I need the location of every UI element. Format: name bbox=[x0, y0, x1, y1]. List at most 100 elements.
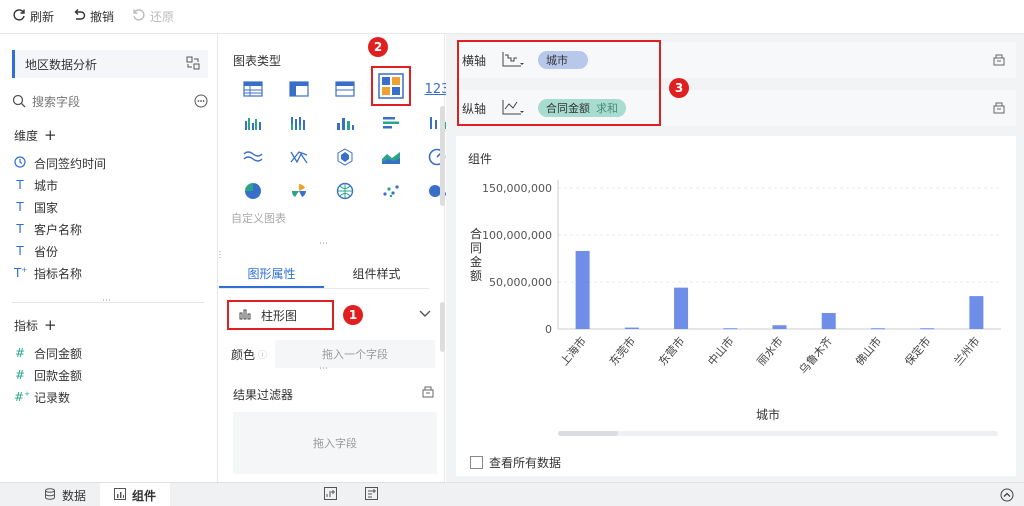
measure-section-title: 指标 + bbox=[14, 316, 57, 334]
cross-table-icon[interactable] bbox=[279, 72, 319, 106]
chevron-down-icon[interactable] bbox=[419, 307, 431, 321]
radar-chart-icon[interactable] bbox=[325, 140, 365, 174]
component-title: 组件 bbox=[468, 152, 493, 166]
switch-dataset-icon[interactable] bbox=[186, 56, 200, 73]
undo-button[interactable]: 撤销 bbox=[72, 8, 114, 25]
measure-item[interactable]: # 合同金额 bbox=[14, 342, 82, 364]
measure-item[interactable]: # 回款金额 bbox=[14, 364, 82, 386]
detail-table-icon[interactable] bbox=[325, 72, 365, 106]
y-tick-label: 50,000,000 bbox=[489, 276, 552, 289]
dataset-name: 地区数据分析 bbox=[25, 57, 98, 72]
view-all-data-toggle[interactable]: 查看所有数据 bbox=[470, 454, 561, 471]
bar-chart: 150,000,000 100,000,000 50,000,000 0 合同金额上海市… bbox=[470, 180, 1001, 377]
collapse-up-icon[interactable] bbox=[1000, 488, 1014, 505]
info-icon: ⓘ bbox=[258, 350, 268, 361]
redo-label: 还原 bbox=[150, 10, 175, 24]
y-tick-label: 100,000,000 bbox=[482, 229, 552, 242]
y-axis-title-char: 同 bbox=[470, 241, 482, 255]
dimension-item[interactable]: T+ 指标名称 bbox=[14, 262, 106, 284]
filter-drop-zone[interactable]: 拖入字段 bbox=[233, 412, 437, 474]
x-axis-settings-icon[interactable] bbox=[992, 52, 1006, 69]
rose-chart-icon[interactable] bbox=[279, 174, 319, 208]
bar-chart-icon[interactable] bbox=[325, 106, 365, 140]
dimension-section-title: 维度 + bbox=[14, 126, 57, 144]
measure-item[interactable]: #+ 记录数 bbox=[14, 386, 82, 408]
dimension-item[interactable]: T 客户名称 bbox=[14, 218, 106, 240]
table-chart-icon[interactable] bbox=[233, 72, 273, 106]
scatter-line-icon[interactable] bbox=[279, 140, 319, 174]
chart-card: 组件 150,000,000 100,000,000 50,000,000 0 合同金额… bbox=[456, 136, 1016, 476]
clock-icon bbox=[14, 155, 26, 171]
axis-annotation-box bbox=[457, 40, 661, 126]
chart-type-selected: 柱形图 bbox=[261, 308, 298, 323]
stacked-bar-icon[interactable] bbox=[279, 106, 319, 140]
resize-handle-icon[interactable]: ⋯ bbox=[102, 296, 112, 306]
refresh-button[interactable]: 刷新 bbox=[12, 8, 54, 25]
dimension-item[interactable]: 合同签约时间 bbox=[14, 152, 106, 174]
hash-icon: # bbox=[14, 346, 26, 360]
area-chart-icon[interactable] bbox=[371, 140, 411, 174]
dimension-item[interactable]: T 国家 bbox=[14, 196, 106, 218]
undo-label: 撤销 bbox=[90, 10, 115, 24]
add-dimension-icon[interactable]: + bbox=[44, 126, 57, 144]
filter-resize-handle-icon[interactable]: ⋯ bbox=[319, 364, 328, 374]
dimension-item[interactable]: T 省份 bbox=[14, 240, 106, 262]
tab-data[interactable]: 数据 bbox=[30, 483, 100, 506]
auto-chart-icon[interactable] bbox=[371, 66, 411, 106]
chart-horizontal-scrollbar[interactable] bbox=[558, 431, 998, 436]
chart-type-dropdown[interactable]: 柱形图 bbox=[227, 300, 334, 330]
custom-chart-label[interactable]: 自定义图表 bbox=[231, 210, 286, 226]
search-icon bbox=[12, 94, 26, 111]
horizontal-bar-icon[interactable] bbox=[371, 106, 411, 140]
properties-scrollbar[interactable] bbox=[440, 302, 445, 352]
annotation-marker-1: 1 bbox=[343, 305, 363, 325]
bar bbox=[575, 250, 590, 329]
dataset-selector[interactable]: 地区数据分析 bbox=[12, 50, 208, 78]
result-filter-title: 结果过滤器 bbox=[233, 388, 294, 402]
add-measure-icon[interactable]: + bbox=[44, 316, 57, 334]
database-icon bbox=[44, 487, 56, 503]
section-resize-handle-icon[interactable]: ⋯ bbox=[319, 239, 328, 249]
y-tick-label: 0 bbox=[545, 323, 552, 336]
search-input[interactable] bbox=[32, 95, 172, 109]
annotation-marker-3: 3 bbox=[669, 78, 689, 98]
redo-button[interactable]: 还原 bbox=[132, 8, 174, 25]
chart-type-scrollbar[interactable] bbox=[440, 106, 445, 206]
y-axis-title-char: 合 bbox=[470, 226, 482, 241]
grouped-bar-icon[interactable] bbox=[233, 106, 273, 140]
text-icon: T bbox=[16, 222, 24, 236]
chart-type-grid: 123 bbox=[233, 66, 457, 208]
scrollbar-thumb[interactable] bbox=[558, 431, 618, 436]
text-icon: T bbox=[16, 178, 24, 192]
x-tick-label: 中山市 bbox=[705, 334, 737, 368]
color-drop-zone[interactable]: 拖入一个字段 bbox=[275, 340, 436, 368]
chart-icon bbox=[114, 487, 127, 503]
dimension-item[interactable]: T 城市 bbox=[14, 174, 106, 196]
text-plus-icon: T+ bbox=[14, 266, 28, 280]
bottom-bar: 数据 组件 bbox=[0, 482, 1024, 506]
tab-shape-properties[interactable]: 图形属性 bbox=[219, 259, 324, 288]
map-chart-icon[interactable] bbox=[325, 174, 365, 208]
bar bbox=[821, 313, 836, 329]
line-chart-icon[interactable] bbox=[233, 140, 273, 174]
redo-icon bbox=[132, 8, 146, 25]
scatter-chart-icon[interactable] bbox=[371, 174, 411, 208]
add-dashboard-button[interactable] bbox=[351, 483, 392, 506]
pie-chart-icon[interactable] bbox=[233, 174, 273, 208]
y-axis-settings-icon[interactable] bbox=[992, 100, 1006, 117]
text-icon: T bbox=[16, 244, 24, 258]
more-options-icon[interactable] bbox=[194, 94, 208, 111]
config-tabs: 图形属性 组件样式 bbox=[219, 259, 429, 289]
measure-list: # 合同金额 # 回款金额 #+ 记录数 bbox=[14, 342, 82, 408]
x-tick-label: 保定市 bbox=[902, 334, 934, 368]
tab-component[interactable]: 组件 bbox=[100, 483, 171, 506]
dimension-list: 合同签约时间 T 城市 T 国家 T 客户名称 T 省份 T+ 指标名称 bbox=[14, 152, 106, 284]
bar bbox=[870, 328, 885, 330]
tab-component-style[interactable]: 组件样式 bbox=[324, 259, 429, 288]
checkbox[interactable] bbox=[470, 456, 483, 469]
x-axis-title: 城市 bbox=[756, 408, 781, 422]
chart-type-title: 图表类型 bbox=[233, 54, 282, 68]
add-component-button[interactable] bbox=[310, 483, 351, 506]
filter-settings-icon[interactable] bbox=[421, 384, 435, 401]
field-search bbox=[12, 90, 208, 114]
